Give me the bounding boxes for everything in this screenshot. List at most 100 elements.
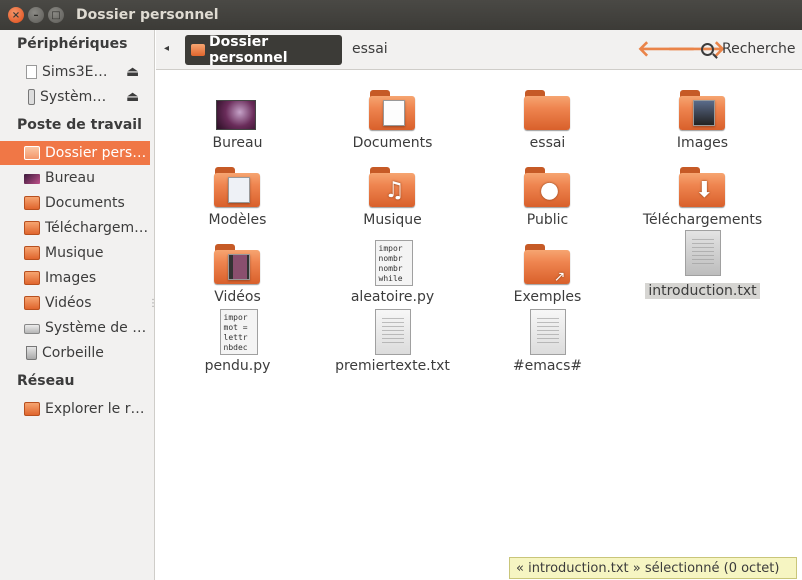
python-file-icon: impor mot = lettr nbdec xyxy=(214,309,262,355)
close-icon: × xyxy=(11,9,21,21)
file-item[interactable]: Images xyxy=(625,86,780,151)
file-label: Documents xyxy=(352,135,433,151)
file-label: Téléchargements xyxy=(642,212,763,228)
file-item[interactable]: Bureau xyxy=(160,86,315,151)
file-label: Modèles xyxy=(208,212,267,228)
home-folder-icon xyxy=(24,146,40,160)
sidebar-item-label: Musique xyxy=(45,245,104,261)
file-item[interactable]: ● Public xyxy=(470,163,625,228)
sidebar-item-label: Explorer le r… xyxy=(45,401,145,417)
file-preview: impor mot = lettr nbdec xyxy=(219,309,258,355)
file-item[interactable]: impor mot = lettr nbdec pendu.py xyxy=(160,309,315,374)
sidebar-item-documents[interactable]: Documents xyxy=(0,191,150,215)
breadcrumb-home[interactable]: Dossier personnel xyxy=(185,34,342,66)
sidebar-heading-devices: Périphériques xyxy=(17,36,128,52)
file-label: Images xyxy=(676,135,729,151)
file-label: Exemples xyxy=(513,289,582,305)
pictures-folder-icon xyxy=(24,271,40,285)
documents-folder-icon xyxy=(368,86,417,132)
sidebar-item-home[interactable]: Dossier pers… xyxy=(0,141,150,165)
file-item[interactable]: Vidéos xyxy=(160,240,315,305)
file-item[interactable]: Documents xyxy=(315,86,470,151)
minimize-button[interactable]: – xyxy=(28,7,44,23)
file-item[interactable]: premiertexte.txt xyxy=(315,309,470,374)
search-icon xyxy=(701,42,714,56)
status-bar: « introduction.txt » sélectionné (0 octe… xyxy=(509,557,797,579)
videos-folder-icon xyxy=(213,240,262,286)
file-label: aleatoire.py xyxy=(350,289,435,305)
music-folder-icon xyxy=(24,246,40,260)
sidebar-item-trash[interactable]: Corbeille xyxy=(0,341,150,365)
search-label: Recherche xyxy=(722,41,796,57)
sidebar-item-label: Téléchargem… xyxy=(45,220,149,236)
file-item[interactable]: Modèles xyxy=(160,163,315,228)
file-item-selected[interactable]: introduction.txt xyxy=(625,230,780,299)
search-button[interactable]: Recherche xyxy=(701,41,796,57)
file-label: essai xyxy=(529,135,566,151)
text-file-icon xyxy=(369,309,417,355)
folder-icon xyxy=(523,86,572,132)
sidebar-item-label: Dossier pers… xyxy=(45,145,147,161)
trash-icon xyxy=(26,346,37,360)
breadcrumb-essai[interactable]: essai xyxy=(352,41,388,57)
pictures-folder-icon xyxy=(678,86,727,132)
text-file-icon xyxy=(679,230,727,280)
file-label: Vidéos xyxy=(214,289,261,305)
filesystem-icon xyxy=(24,324,40,334)
close-button[interactable]: × xyxy=(8,7,24,23)
sidebar-item-desktop[interactable]: Bureau xyxy=(0,166,150,190)
music-folder-icon: ♫ xyxy=(368,163,417,209)
sidebar-item-label: Corbeille xyxy=(42,345,104,361)
desktop-icon xyxy=(24,174,40,184)
file-item[interactable]: ↗ Exemples xyxy=(470,240,625,305)
python-file-icon: impor nombr nombr while xyxy=(369,240,417,286)
sidebar-item-label: Bureau xyxy=(45,170,95,186)
file-label: Bureau xyxy=(212,135,263,151)
sidebar-heading-computer: Poste de travail xyxy=(17,117,142,133)
sidebar-item-filesystem[interactable]: Système de … xyxy=(0,316,150,340)
sidebar-item-videos[interactable]: Vidéos xyxy=(0,291,150,315)
sidebar-item-label: Documents xyxy=(45,195,125,211)
usb-icon xyxy=(28,89,35,105)
network-icon xyxy=(24,402,40,416)
file-preview: impor nombr nombr while xyxy=(374,240,413,286)
link-folder-icon: ↗ xyxy=(523,240,572,286)
sidebar-item-label: Système de … xyxy=(45,320,147,336)
sidebar-item-pictures[interactable]: Images xyxy=(0,266,150,290)
file-label: pendu.py xyxy=(204,358,271,374)
toolbar: ◂ Dossier personnel essai 🡐 🡒 Recherche xyxy=(156,30,802,70)
sidebar-item-music[interactable]: Musique xyxy=(0,241,150,265)
breadcrumb-home-label: Dossier personnel xyxy=(209,34,288,66)
drive-icon xyxy=(26,65,37,79)
eject-icon[interactable]: ⏏ xyxy=(126,64,139,80)
minimize-icon: – xyxy=(33,9,39,21)
sidebar-item-label: Vidéos xyxy=(45,295,92,311)
breadcrumb-scroll-left-button[interactable]: ◂ xyxy=(164,43,169,54)
sidebar-item-label: Images xyxy=(45,270,97,286)
file-item[interactable]: essai xyxy=(470,86,625,151)
home-icon xyxy=(191,44,205,56)
templates-folder-icon xyxy=(213,163,262,209)
sidebar-item-downloads[interactable]: Téléchargem… xyxy=(0,216,150,240)
downloads-folder-icon xyxy=(24,221,40,235)
file-item[interactable]: ♫ Musique xyxy=(315,163,470,228)
file-icon-view[interactable]: Bureau Documents essai Images Modèles ♫ … xyxy=(156,71,802,580)
file-label: introduction.txt xyxy=(645,283,760,299)
sidebar-item-browse-network[interactable]: Explorer le r… xyxy=(0,397,150,421)
file-item[interactable]: #emacs# xyxy=(470,309,625,374)
window-title: Dossier personnel xyxy=(76,7,219,23)
file-label: Public xyxy=(526,212,569,228)
desktop-folder-icon xyxy=(214,86,262,132)
maximize-button[interactable]: □ xyxy=(48,7,64,23)
documents-folder-icon xyxy=(24,196,40,210)
videos-folder-icon xyxy=(24,296,40,310)
eject-icon[interactable]: ⏏ xyxy=(126,89,139,105)
public-folder-icon: ● xyxy=(523,163,572,209)
file-label: premiertexte.txt xyxy=(335,358,450,374)
sidebar-heading-network: Réseau xyxy=(17,373,75,389)
file-item[interactable]: ⬇ Téléchargements xyxy=(625,163,780,228)
title-bar: × – □ Dossier personnel xyxy=(0,0,802,30)
file-item[interactable]: impor nombr nombr while aleatoire.py xyxy=(315,240,470,305)
downloads-folder-icon: ⬇ xyxy=(678,163,727,209)
file-label: Musique xyxy=(363,212,422,228)
